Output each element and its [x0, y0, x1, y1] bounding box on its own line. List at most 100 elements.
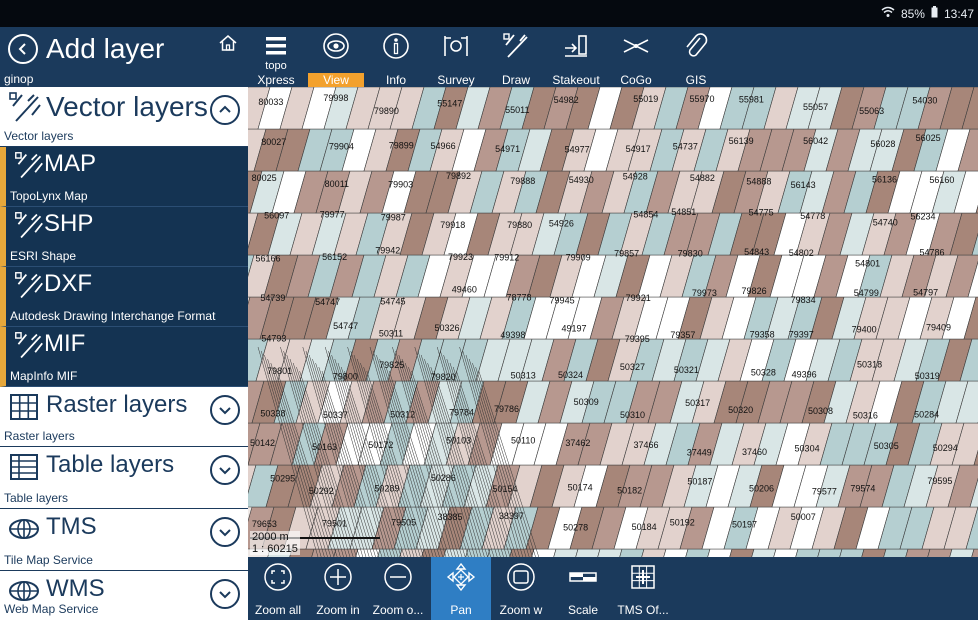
parcel-number: 79801 — [267, 366, 292, 376]
pan-button[interactable]: Pan — [431, 557, 491, 620]
toolbar-label-top: topo — [265, 60, 287, 72]
layer-type-name: MIF — [44, 330, 86, 357]
panel-title: Add layer — [46, 33, 165, 64]
parcel-number: 56025 — [916, 133, 941, 143]
expand-button[interactable] — [210, 579, 240, 609]
parcel-number: 50313 — [511, 371, 536, 381]
parcel-number: 50321 — [674, 365, 699, 375]
layer-type-desc: ESRI Shape — [10, 249, 77, 263]
parcel-number: 50007 — [791, 512, 816, 522]
parcel-number: 50310 — [620, 410, 645, 420]
tms-offset-button[interactable]: TMS Of... — [613, 557, 673, 620]
status-bar: 85% 13:47 — [0, 0, 978, 27]
button-label: Zoom all — [254, 603, 301, 617]
parcel-number: 55970 — [689, 94, 714, 104]
parcel-number: 50286 — [431, 473, 456, 483]
section-wms[interactable]: WMS Web Map Service — [0, 571, 248, 620]
map-toolbar: Zoom all Zoom in Zoom o... Pan Zoom w Sc… — [248, 557, 978, 620]
collapse-button[interactable] — [210, 95, 240, 125]
parcel-number: 55057 — [803, 102, 828, 112]
parcel-number: 79395 — [625, 334, 650, 344]
zoom-all-button[interactable]: Zoom all — [248, 557, 308, 620]
parcel-number: 50317 — [685, 398, 710, 408]
layer-type-name: DXF — [44, 270, 92, 297]
section-table-layers[interactable]: Table layers Table layers — [0, 447, 248, 509]
layer-type-map[interactable]: MAP TopoLynx Map — [0, 147, 248, 207]
parcel-number: 54747 — [315, 297, 340, 307]
toolbar-info[interactable]: Info — [368, 27, 424, 87]
parcel-number: 50289 — [374, 484, 399, 494]
expand-button[interactable] — [210, 395, 240, 425]
toolbar-stakeout[interactable]: Stakeout — [548, 27, 604, 87]
parcel-number: 50337 — [323, 410, 348, 420]
section-tms[interactable]: TMS Tile Map Service — [0, 509, 248, 571]
app: Add layer ginop Vector layers Vector lay… — [0, 27, 978, 620]
parcel-number: 50278 — [563, 522, 588, 532]
zoom-window-button[interactable]: Zoom w — [491, 557, 551, 620]
parcel-number: 79892 — [446, 171, 471, 181]
zoom-out-button[interactable]: Zoom o... — [368, 557, 428, 620]
toolbar-label: CoGo — [620, 73, 652, 87]
parcel-number: 79357 — [670, 330, 695, 340]
toolbar-cogo[interactable]: CoGo — [608, 27, 664, 87]
parcel-number: 49396 — [792, 370, 817, 380]
zoom-in-button[interactable]: Zoom in — [308, 557, 368, 620]
parcel-number: 50284 — [914, 410, 939, 420]
chevron-down-icon — [219, 529, 231, 537]
parcel-number: 79880 — [507, 220, 532, 230]
parcel-number: 54745 — [380, 297, 405, 307]
section-title: WMS — [46, 575, 105, 602]
parcel-number: 79987 — [381, 213, 406, 223]
eye-icon — [323, 33, 349, 59]
wifi-icon — [881, 6, 895, 21]
parcel-number: 50308 — [808, 406, 833, 416]
stakeout-icon — [565, 35, 587, 57]
back-button[interactable] — [8, 34, 38, 64]
parcel-number: 79501 — [322, 519, 347, 529]
button-label: Zoom w — [499, 603, 543, 617]
toolbar-view[interactable]: View — [308, 27, 364, 87]
parcel-number: 50309 — [574, 397, 599, 407]
section-desc: Tile Map Service — [4, 553, 93, 567]
battery-icon — [931, 6, 938, 21]
home-button[interactable] — [218, 33, 240, 55]
layer-type-name: MAP — [44, 150, 97, 177]
toolbar-topoxpress[interactable]: topo Xpress — [248, 27, 304, 87]
layer-type-shp[interactable]: SHP ESRI Shape — [0, 207, 248, 267]
parcel-number: 79909 — [566, 253, 591, 263]
parcel-number: 50292 — [309, 486, 334, 496]
map-canvas[interactable]: 80033 79998 79890 55147 55011 54982 55019 55970… — [248, 87, 978, 557]
parcel-number: 49398 — [500, 330, 525, 340]
expand-button[interactable] — [210, 517, 240, 547]
parcel-number: 56042 — [803, 136, 828, 146]
toolbar-survey[interactable]: Survey — [428, 27, 484, 87]
layer-type-mif[interactable]: MIF MapInfo MIF — [0, 327, 248, 387]
toolbar-gis[interactable]: GIS — [668, 27, 724, 87]
toolbar-label: Draw — [501, 73, 530, 87]
parcel-number: 50206 — [749, 483, 774, 493]
toolbar-label: Xpress — [257, 73, 295, 87]
info-icon — [383, 33, 409, 59]
parcel-number: 50328 — [751, 368, 776, 378]
button-label: Pan — [450, 603, 472, 617]
parcel-number: 79577 — [812, 486, 837, 496]
section-vector-layers[interactable]: Vector layers Vector layers — [0, 87, 248, 147]
menu-icon — [266, 37, 286, 55]
toolbar-draw[interactable]: Draw — [488, 27, 544, 87]
project-name: ginop — [4, 72, 34, 86]
layer-type-dxf[interactable]: DXF Autodesk Drawing Interchange Format — [0, 267, 248, 327]
expand-button[interactable] — [210, 455, 240, 485]
table-icon — [8, 451, 40, 488]
pan-icon — [446, 562, 476, 592]
layer-type-name: SHP — [44, 210, 94, 237]
parcel-number: 56139 — [729, 136, 754, 146]
parcel-number: 50319 — [915, 371, 940, 381]
parcel-number: 54928 — [623, 172, 648, 182]
parcel-number: 50326 — [434, 323, 459, 333]
section-raster-layers[interactable]: Raster layers Raster layers — [0, 387, 248, 447]
scale-button[interactable]: Scale — [553, 557, 613, 620]
parcel-number: 80027 — [261, 137, 286, 147]
parcel-number: 50142 — [250, 438, 275, 448]
layer-type-desc: MapInfo MIF — [10, 369, 78, 383]
parcel-number: 79825 — [379, 360, 404, 370]
